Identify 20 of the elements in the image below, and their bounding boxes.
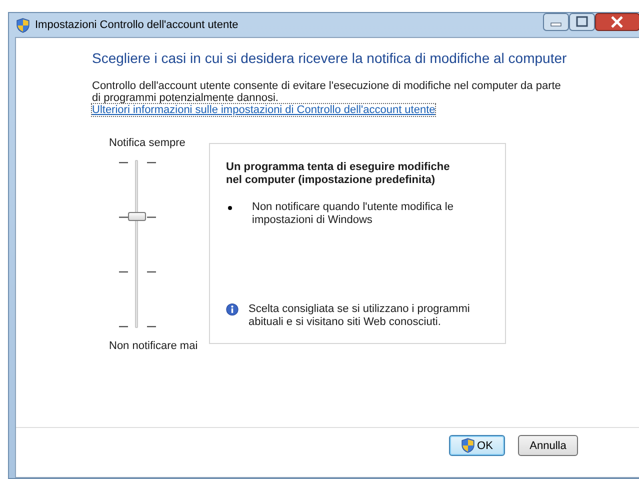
slider-thumb[interactable]	[128, 212, 146, 222]
close-button[interactable]	[595, 13, 639, 31]
slider-bottom-label: Non notificare mai	[109, 340, 199, 352]
minimize-button[interactable]	[543, 13, 569, 31]
window-title: Impostazioni Controllo dell'account utente	[35, 19, 240, 31]
help-link[interactable]: Ulteriori informazioni sulle impostazioni di Controllo dell'account utente	[92, 104, 436, 116]
slider-track[interactable]	[135, 160, 138, 328]
shield-icon	[461, 438, 476, 453]
panel-title: Un programma tenta di eseguire modifiche nel computer (impostazione predefinita)	[226, 161, 451, 187]
cancel-button[interactable]: Annulla	[518, 435, 578, 456]
bullet-icon	[228, 206, 232, 210]
info-icon	[226, 303, 238, 316]
bullet-text: Non notificare quando l'utente modifica le impostazioni di Windows	[252, 201, 454, 227]
shield-icon	[16, 18, 30, 32]
recommendation-note: Scelta consigliata se si utilizzano i programmi abituali e si visitano siti Web conosciuti.	[248, 303, 471, 329]
page-heading: Scegliere i casi in cui si desidera ricevere la notifica di modifiche al computer	[92, 50, 568, 66]
maximize-button[interactable]	[569, 13, 595, 31]
description-text: Controllo dell'account utente consente di evitare l'esecuzione di modifiche nel computer da parte di programmi potenzialmente dannosi.	[92, 80, 562, 104]
slider-top-label: Notifica sempre	[109, 137, 186, 149]
ok-button[interactable]: OK	[449, 435, 505, 456]
